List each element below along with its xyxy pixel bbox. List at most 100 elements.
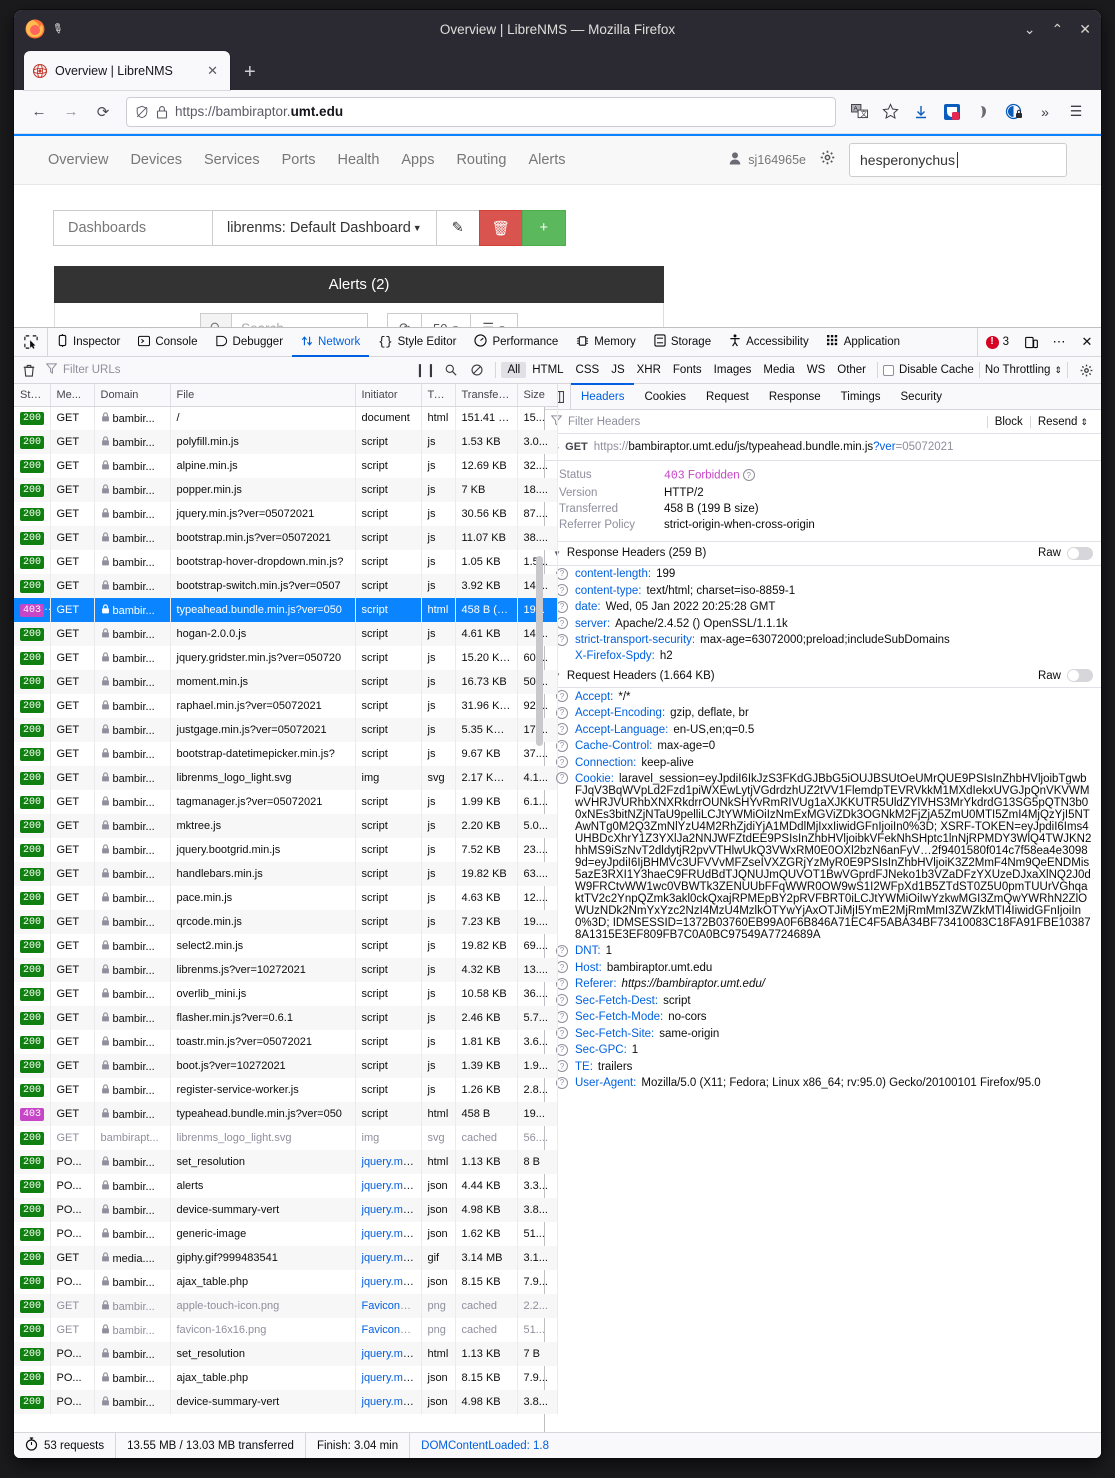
table-row[interactable]: 200 GET bambir... flasher.min.js?ver=0.6.1 s…	[14, 1006, 558, 1030]
filter-type-fonts[interactable]: Fonts	[667, 362, 708, 378]
header-name[interactable]: TE:	[575, 1061, 593, 1073]
header-name[interactable]: content-length:	[575, 568, 651, 580]
table-row[interactable]: 200 GET bambir... qrcode.min.js script js 7.23…	[14, 910, 558, 934]
filter-type-ws[interactable]: WS	[801, 362, 832, 378]
request-raw-toggle[interactable]: Raw	[1038, 669, 1093, 682]
header-name[interactable]: server:	[575, 618, 610, 630]
edit-dashboard-button[interactable]: ✎	[435, 210, 480, 246]
filter-type-media[interactable]: Media	[757, 362, 800, 378]
delete-dashboard-button[interactable]: 🗑	[478, 210, 523, 246]
help-icon[interactable]: ?	[556, 1060, 568, 1072]
table-row[interactable]: 200 PO... bambir... ajax_table.php jquery.mi…	[14, 1270, 558, 1294]
column-header-type[interactable]: Type	[421, 384, 456, 407]
header-name[interactable]: Sec-Fetch-Mode:	[575, 1011, 663, 1023]
table-row[interactable]: 200 GET bambir... hogan-2.0.0.js script js 4.6…	[14, 622, 558, 646]
block-request-button[interactable]: Block	[986, 415, 1030, 428]
table-row[interactable]: 200 GET bambir... overlib_mini.js script js 10…	[14, 982, 558, 1006]
dashboard-select[interactable]: librenms: Default Dashboard ▼	[212, 210, 437, 246]
request-url-row[interactable]: ▶ GET https://bambiraptor.umt.edu/js/typ…	[545, 434, 1101, 461]
details-tab-cookies[interactable]: Cookies	[634, 384, 696, 409]
librenms-search-input[interactable]: hesperonychus	[849, 143, 1067, 177]
table-row[interactable]: 200 GET bambir... apple-touch-icon.png Favic…	[14, 1294, 558, 1318]
request-list-scrollbar[interactable]	[536, 406, 543, 1432]
tab-storage[interactable]: Storage	[645, 328, 720, 356]
help-icon[interactable]: ?	[556, 723, 568, 735]
header-name[interactable]: Cache-Control:	[575, 740, 652, 752]
details-tab-request[interactable]: Request	[696, 384, 759, 409]
request-blocking-icon[interactable]	[464, 358, 490, 382]
column-header-method[interactable]: Me...	[50, 384, 95, 407]
devtools-meatball-menu-icon[interactable]: ⋯	[1045, 328, 1073, 356]
table-row[interactable]: 200 GET bambir... jquery.bootgrid.min.js scr…	[14, 838, 558, 862]
table-row[interactable]: 200 GET bambir... bootstrap-switch.min.js?v…	[14, 574, 558, 598]
request-headers-section-header[interactable]: ▼ Request Headers (1.664 KB) Raw	[545, 664, 1101, 688]
element-picker-icon[interactable]	[14, 328, 48, 356]
table-row[interactable]: 200 GET bambir... raphael.min.js?ver=050720…	[14, 694, 558, 718]
tracking-protection-icon[interactable]	[135, 105, 149, 119]
clear-requests-icon[interactable]	[16, 358, 42, 382]
help-icon[interactable]: ?	[556, 739, 568, 752]
header-name[interactable]: date:	[575, 601, 601, 613]
filter-type-images[interactable]: Images	[708, 362, 758, 378]
table-row[interactable]: 200 PO... bambir... ajax_table.php jquery.mi…	[14, 1366, 558, 1390]
toggle-switch[interactable]	[1067, 669, 1093, 682]
header-name[interactable]: DNT:	[575, 945, 601, 957]
details-tab-headers[interactable]: Headers	[571, 383, 635, 409]
tab-performance[interactable]: Performance	[465, 328, 567, 356]
details-tab-security[interactable]: Security	[891, 384, 953, 409]
filter-type-other[interactable]: Other	[831, 362, 872, 378]
table-row[interactable]: 200 GET bambir... jquery.gridster.min.js?ve…	[14, 646, 558, 670]
extension-icon[interactable]	[968, 97, 998, 127]
close-window-button[interactable]: ✕	[1079, 22, 1091, 36]
nav-services[interactable]: Services	[204, 152, 260, 168]
back-button[interactable]: ←	[24, 97, 54, 127]
error-count-badge[interactable]: ! 3	[976, 328, 1017, 356]
nav-alerts[interactable]: Alerts	[528, 152, 565, 168]
table-row[interactable]: 200 PO... bambir... device-summary-vert jque…	[14, 1390, 558, 1414]
table-row[interactable]: 200 GET bambir... favicon-16x16.png FaviconL…	[14, 1318, 558, 1342]
tab-style-editor[interactable]: {} Style Editor	[369, 328, 465, 356]
header-name[interactable]: Accept:	[575, 691, 613, 703]
table-row[interactable]: 200 GET bambir... popper.min.js script js 7 KB…	[14, 478, 558, 502]
forward-button[interactable]: →	[56, 97, 86, 127]
nav-overview[interactable]: Overview	[48, 152, 108, 168]
column-header-transferred[interactable]: Transferr...	[455, 384, 518, 407]
toggle-switch[interactable]	[1067, 546, 1093, 560]
help-icon[interactable]: ?	[556, 1043, 568, 1056]
nav-health[interactable]: Health	[337, 152, 379, 168]
search-requests-icon[interactable]	[438, 358, 464, 382]
filter-urls-input[interactable]: Filter URLs	[42, 363, 412, 377]
table-row[interactable]: 200 PO... bambir... generic-image jquery.min…	[14, 1222, 558, 1246]
help-icon[interactable]: ?	[556, 690, 568, 702]
help-icon[interactable]: ?	[556, 771, 568, 784]
network-settings-gear-icon[interactable]	[1073, 358, 1099, 382]
header-name[interactable]: Sec-GPC:	[575, 1044, 627, 1056]
help-icon[interactable]: ?	[556, 944, 568, 957]
table-row[interactable]: 200 PO... bambir... set_resolution jquery.mi…	[14, 1342, 558, 1366]
help-icon[interactable]: ?	[742, 469, 755, 481]
table-row[interactable]: 200 GET bambir... bootstrap-datetimepicker.…	[14, 742, 558, 766]
table-row[interactable]: 200 GET bambir... register-service-worker.j…	[14, 1078, 558, 1102]
column-header-file[interactable]: File	[170, 384, 356, 407]
gear-icon[interactable]	[820, 150, 835, 170]
disable-cache-checkbox[interactable]: Disable Cache	[883, 364, 974, 376]
help-icon[interactable]: ?	[556, 977, 568, 990]
column-header-domain[interactable]: Domain	[94, 384, 171, 407]
response-raw-toggle[interactable]: Raw	[1038, 546, 1093, 560]
table-row[interactable]: 403 GET bambir... typeahead.bundle.min.js?v…	[14, 1102, 558, 1126]
refresh-icon[interactable]: ⟳	[387, 313, 422, 327]
translate-icon[interactable]: A文	[844, 97, 874, 127]
table-row[interactable]: 200 GET bambir... tagmanager.js?ver=0507202…	[14, 790, 558, 814]
table-row[interactable]: 200 GET bambir... librenms.js?ver=10272021 s…	[14, 958, 558, 982]
help-icon[interactable]: ?	[556, 961, 568, 973]
table-row[interactable]: 200 PO... bambir... alerts jquery.min... json…	[14, 1174, 558, 1198]
nav-routing[interactable]: Routing	[456, 152, 506, 168]
add-dashboard-button[interactable]: +	[521, 210, 566, 246]
tab-accessibility[interactable]: Accessibility	[720, 328, 818, 356]
alerts-search-field[interactable]: Search	[232, 313, 369, 327]
browser-tab[interactable]: Overview | LibreNMS ✕	[24, 51, 230, 90]
help-icon[interactable]: ?	[556, 567, 568, 580]
tab-console[interactable]: Console	[129, 328, 206, 356]
header-name[interactable]: content-type:	[575, 585, 641, 597]
help-icon[interactable]: ?	[556, 600, 568, 613]
